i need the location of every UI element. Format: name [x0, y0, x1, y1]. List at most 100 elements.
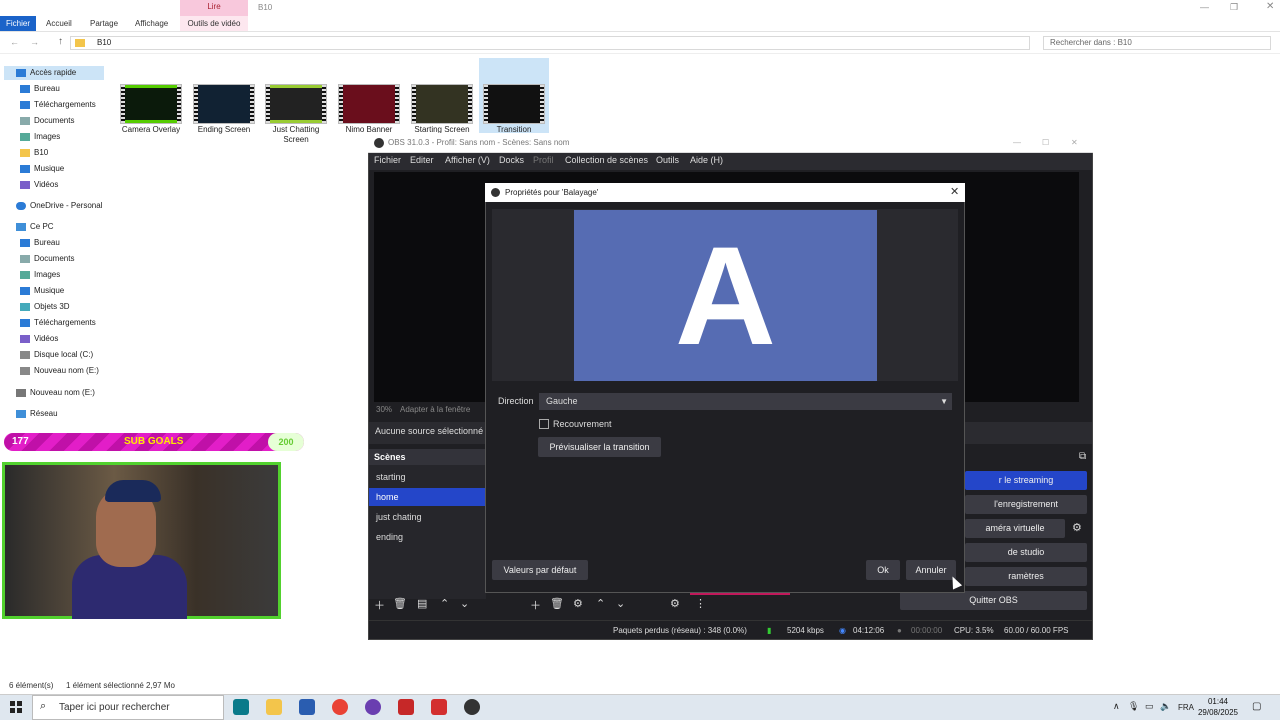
nav-item-videos[interactable]: Vidéos	[20, 178, 58, 192]
nav-drive-e[interactable]: Nouveau nom (E:)	[16, 386, 95, 400]
nav-network[interactable]: Réseau	[16, 407, 58, 421]
tab-fichier[interactable]: Fichier	[0, 16, 37, 31]
nav-item-telechargements[interactable]: Téléchargements	[20, 98, 96, 112]
obs-taskbar-icon[interactable]	[464, 699, 480, 715]
nav-item-documents[interactable]: Documents	[20, 114, 74, 128]
filter-icon[interactable]: ▤	[417, 597, 427, 610]
gear-icon[interactable]: ⚙	[573, 597, 583, 610]
volume-icon[interactable]: 🔈	[1160, 701, 1171, 712]
nav-item-musique[interactable]: Musique	[20, 162, 64, 176]
file-thumbnail[interactable]	[338, 84, 400, 124]
network-tray-icon[interactable]: ▭	[1145, 701, 1154, 712]
edge-icon[interactable]	[233, 699, 249, 715]
file-name[interactable]: Ending Screen	[187, 125, 261, 135]
settings-button[interactable]: ramètres	[965, 567, 1087, 586]
file-thumbnail[interactable]	[120, 84, 182, 124]
close-icon[interactable]: ✕	[1266, 1, 1274, 12]
forward-icon[interactable]: →	[30, 37, 39, 47]
file-thumbnail[interactable]	[483, 84, 545, 124]
scene-item[interactable]: starting	[369, 468, 486, 486]
up-icon[interactable]: ↑	[58, 36, 63, 47]
fit-window[interactable]: Adapter à la fenêtre	[400, 405, 470, 414]
preview-transition-button[interactable]: Prévisualiser la transition	[538, 437, 661, 457]
nav-item-bureau[interactable]: Bureau	[20, 82, 60, 96]
minimize-icon[interactable]: —	[1200, 2, 1209, 12]
add-source-icon[interactable]: ＋	[530, 597, 541, 613]
virtual-camera-gear-icon[interactable]: ⚙	[1072, 521, 1082, 534]
nav-pc-videos[interactable]: Vidéos	[20, 332, 58, 346]
search-input[interactable]: Rechercher dans : B10	[1043, 36, 1271, 50]
trash-icon[interactable]: 🗑	[393, 597, 407, 610]
tab-partage[interactable]: Partage	[90, 16, 118, 31]
ok-button[interactable]: Ok	[866, 560, 900, 580]
nav-onedrive[interactable]: OneDrive - Personal	[16, 199, 102, 213]
virtual-camera-button[interactable]: améra virtuelle	[965, 519, 1065, 538]
menu-docks[interactable]: Docks	[499, 155, 524, 165]
back-icon[interactable]: ←	[10, 37, 19, 47]
nav-pc-disque-c[interactable]: Disque local (C:)	[20, 348, 93, 362]
nav-pc-musique[interactable]: Musique	[20, 284, 64, 298]
tab-affichage[interactable]: Affichage	[135, 16, 168, 31]
file-explorer-icon[interactable]	[266, 699, 282, 715]
nav-quick-access[interactable]: Accès rapide	[4, 66, 104, 80]
maximize-icon[interactable]: ☐	[1042, 133, 1049, 153]
nav-this-pc[interactable]: Ce PC	[16, 220, 54, 234]
address-input[interactable]: B10	[70, 36, 1030, 50]
clock[interactable]: 01:44 29/08/2025	[1195, 696, 1241, 718]
tray-chevron-icon[interactable]: ∧	[1113, 701, 1120, 712]
remove-source-icon[interactable]: 🗑	[550, 597, 564, 610]
close-icon[interactable]: ✕	[1071, 133, 1078, 153]
file-thumbnail[interactable]	[265, 84, 327, 124]
scene-item[interactable]: just chating	[369, 508, 486, 526]
tab-accueil[interactable]: Accueil	[46, 16, 72, 31]
overlap-checkbox[interactable]	[539, 419, 549, 429]
menu-editer[interactable]: Editer	[410, 155, 434, 165]
menu-fichier[interactable]: Fichier	[374, 155, 401, 165]
tab-outils-video[interactable]: Outils de vidéo	[180, 16, 248, 31]
notification-icon[interactable]: ▢	[1252, 701, 1261, 712]
taskbar-search[interactable]: Taper ici pour rechercher	[32, 695, 224, 720]
app-icon[interactable]	[431, 699, 447, 715]
nav-pc-images[interactable]: Images	[20, 268, 60, 282]
nav-pc-disque-e[interactable]: Nouveau nom (E:)	[20, 364, 99, 378]
zoom-level[interactable]: 30%	[376, 405, 392, 414]
file-name[interactable]: Camera Overlay	[114, 125, 188, 135]
dock-float-icon[interactable]: ⧉	[1079, 451, 1086, 462]
quit-obs-button[interactable]: Quitter OBS	[900, 591, 1087, 610]
menu-profil[interactable]: Profil	[533, 155, 554, 165]
add-icon[interactable]: ＋	[374, 597, 385, 613]
start-streaming-button[interactable]: r le streaming	[965, 471, 1087, 490]
file-thumbnail[interactable]	[193, 84, 255, 124]
app-icon[interactable]	[398, 699, 414, 715]
audio-settings-icon[interactable]: ⚙	[670, 597, 680, 610]
nav-item-b10[interactable]: B10	[20, 146, 48, 160]
minimize-icon[interactable]: —	[1013, 133, 1021, 153]
source-down-icon[interactable]: ⌄	[616, 597, 625, 610]
studio-mode-button[interactable]: de studio	[965, 543, 1087, 562]
chrome-icon[interactable]	[332, 699, 348, 715]
maximize-icon[interactable]: ❐	[1230, 2, 1238, 13]
nav-pc-telechargements[interactable]: Téléchargements	[20, 316, 96, 330]
nav-item-images[interactable]: Images	[20, 130, 60, 144]
nav-pc-bureau[interactable]: Bureau	[20, 236, 60, 250]
move-up-icon[interactable]: ⌃	[440, 597, 449, 610]
overlap-label[interactable]: Recouvrement	[553, 419, 612, 429]
scene-item[interactable]: ending	[369, 528, 486, 546]
source-up-icon[interactable]: ⌃	[596, 597, 605, 610]
app-icon[interactable]	[365, 699, 381, 715]
scene-item[interactable]: home	[369, 488, 486, 506]
nav-pc-objets3d[interactable]: Objets 3D	[20, 300, 70, 314]
direction-select[interactable]: Gauche ▼	[539, 393, 952, 410]
menu-collection[interactable]: Collection de scènes	[565, 155, 648, 165]
menu-outils[interactable]: Outils	[656, 155, 679, 165]
close-icon[interactable]: ✕	[950, 185, 959, 198]
windows-start-icon[interactable]	[10, 701, 22, 713]
defaults-button[interactable]: Valeurs par défaut	[492, 560, 588, 580]
store-icon[interactable]	[299, 699, 315, 715]
more-icon[interactable]: ⋮	[695, 597, 706, 610]
menu-afficher[interactable]: Afficher (V)	[445, 155, 490, 165]
start-recording-button[interactable]: l'enregistrement	[965, 495, 1087, 514]
mic-icon[interactable]: 🎙	[1128, 701, 1139, 712]
language-indicator[interactable]: FRA	[1178, 703, 1194, 712]
file-thumbnail[interactable]	[411, 84, 473, 124]
